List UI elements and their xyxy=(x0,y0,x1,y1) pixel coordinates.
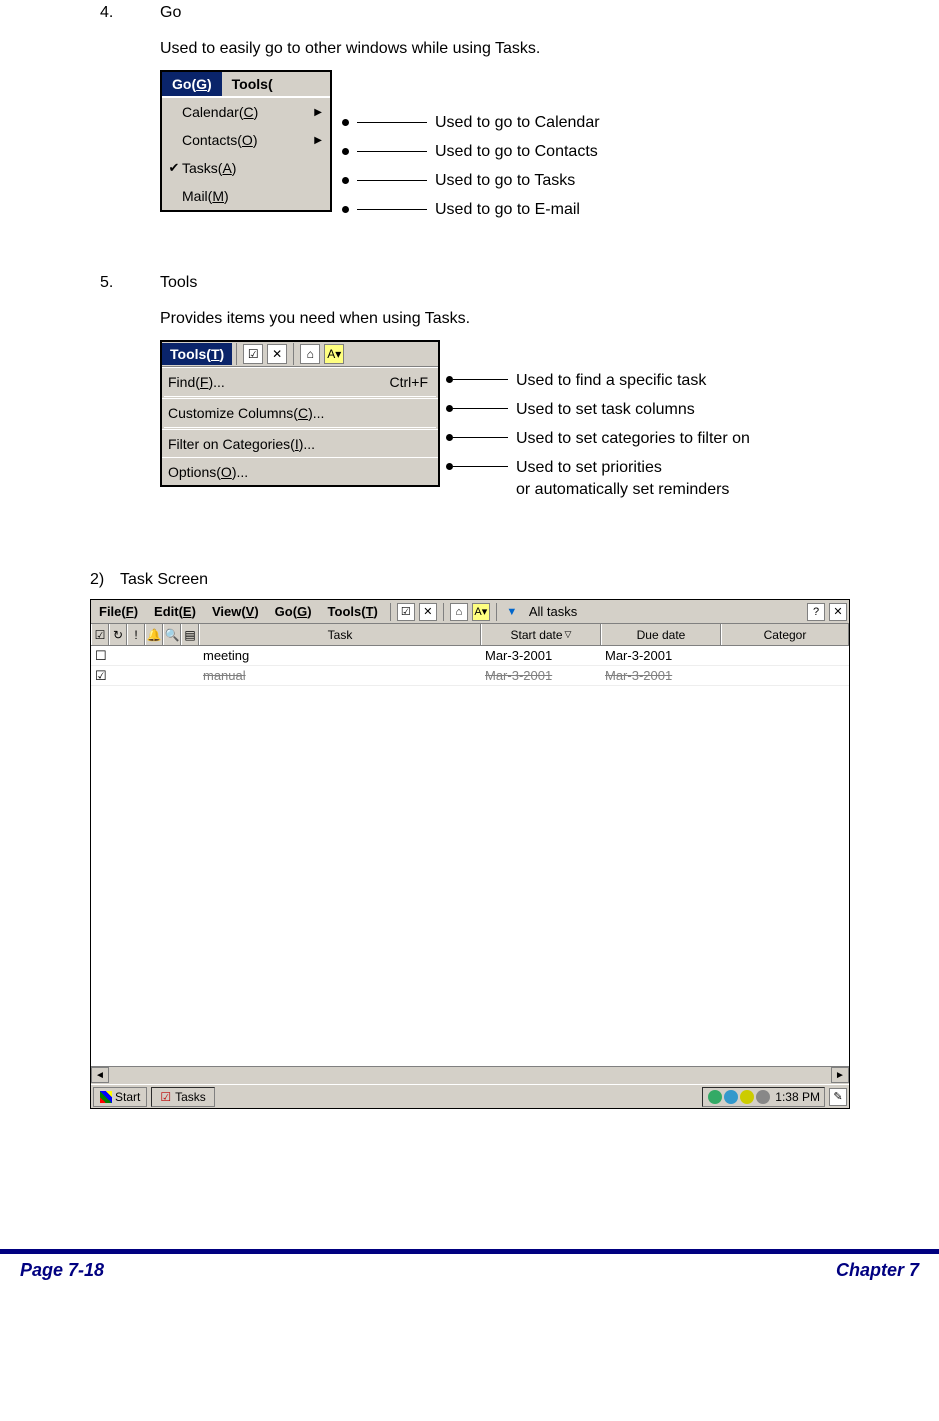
tools-menu-title[interactable]: Tools(T) xyxy=(162,343,232,365)
tools-menu-window: Tools(T) ☑ ✕ ⌂ A▾ Find(F)... Ctrl+F Cust… xyxy=(160,340,440,487)
section-title: Task Screen xyxy=(120,571,208,589)
task-start: Mar-3-2001 xyxy=(481,646,601,665)
menu-item-mail[interactable]: Mail(M) xyxy=(162,182,330,210)
section-4-desc: Used to easily go to other windows while… xyxy=(160,40,899,58)
list-number: 5. xyxy=(100,274,160,292)
menu-item-customize-columns[interactable]: Customize Columns(C)... xyxy=(162,398,438,426)
task-name: manual xyxy=(199,666,481,685)
menu-item-contacts[interactable]: Contacts(O) ▶ xyxy=(162,126,330,154)
callout-options: Used to set priorities or automatically … xyxy=(516,457,729,501)
shortcut-label: Ctrl+F xyxy=(390,374,429,390)
task-name: meeting xyxy=(199,646,481,665)
callout-customize: Used to set task columns xyxy=(516,399,695,421)
close-icon[interactable]: ✕ xyxy=(829,603,847,621)
font-color-icon[interactable]: A▾ xyxy=(472,603,490,621)
windows-taskbar: Start ☑ Tasks 1:38 PM ✎ xyxy=(91,1084,849,1108)
goto-today-icon[interactable]: ⌂ xyxy=(450,603,468,621)
chapter-label: Chapter 7 xyxy=(836,1260,919,1281)
horizontal-scrollbar[interactable]: ◄ ► xyxy=(91,1066,849,1084)
col-priority-icon[interactable]: ! xyxy=(127,624,145,645)
page-footer: Page 7-18 Chapter 7 xyxy=(0,1249,939,1281)
col-attachment-icon[interactable]: 🔍 xyxy=(163,624,181,645)
menu-edit[interactable]: Edit(E) xyxy=(146,604,204,619)
column-headers: ☑ ↻ ! 🔔 🔍 ▤ Task Start date▽ Due date Ca… xyxy=(91,624,849,646)
section-task-screen-heading: 2) Task Screen xyxy=(90,571,899,589)
tray-icon[interactable] xyxy=(756,1090,770,1104)
col-task[interactable]: Task xyxy=(199,624,481,645)
clock: 1:38 PM xyxy=(775,1090,820,1104)
start-button[interactable]: Start xyxy=(93,1087,147,1107)
tools-menu-callouts: Used to find a specific task Used to set… xyxy=(446,370,750,501)
col-due-date[interactable]: Due date xyxy=(601,624,721,645)
row-checkbox[interactable]: ☑ xyxy=(91,666,109,685)
menu-item-options[interactable]: Options(O)... xyxy=(162,457,438,485)
task-start: Mar-3-2001 xyxy=(481,666,601,685)
menu-view[interactable]: View(V) xyxy=(204,604,267,619)
check-icon[interactable]: ☑ xyxy=(243,344,263,364)
menu-item-tasks[interactable]: ✔ Tasks(A) xyxy=(162,154,330,182)
checkmark-icon: ✔ xyxy=(166,160,182,176)
system-tray[interactable]: 1:38 PM xyxy=(702,1087,825,1107)
go-menu-callouts: Used to go to Calendar Used to go to Con… xyxy=(342,108,600,224)
submenu-arrow-icon: ▶ xyxy=(314,107,322,118)
menu-item-filter-categories[interactable]: Filter on Categories(I)... xyxy=(162,429,438,457)
page-number: Page 7-18 xyxy=(20,1260,104,1281)
task-screen-window: File(F) Edit(E) View(V) Go(G) Tools(T) ☑… xyxy=(90,599,850,1109)
menu-go[interactable]: Go(G) xyxy=(267,604,320,619)
table-row[interactable]: ☐ meeting Mar-3-2001 Mar-3-2001 xyxy=(91,646,849,666)
go-menu-title[interactable]: Go(G) xyxy=(162,72,222,96)
row-checkbox[interactable]: ☐ xyxy=(91,646,109,665)
help-icon[interactable]: ? xyxy=(807,603,825,621)
goto-today-icon[interactable]: ⌂ xyxy=(300,344,320,364)
col-category[interactable]: Categor xyxy=(721,624,849,645)
callout-contacts: Used to go to Contacts xyxy=(435,143,598,161)
submenu-arrow-icon: ▶ xyxy=(314,135,322,146)
go-menu-window: Go(G) Tools( Calendar(C) ▶ Contacts(O) ▶… xyxy=(160,70,332,212)
section-title: Tools xyxy=(160,274,197,292)
section-4-heading: 4. Go xyxy=(100,4,899,22)
taskbar-app-tasks[interactable]: ☑ Tasks xyxy=(151,1087,214,1107)
show-desktop-icon[interactable]: ✎ xyxy=(829,1088,847,1106)
filter-icon[interactable]: ▼ xyxy=(503,603,521,621)
callout-tasks: Used to go to Tasks xyxy=(435,172,575,190)
table-row[interactable]: ☑ manual Mar-3-2001 Mar-3-2001 xyxy=(91,666,849,686)
check-icon[interactable]: ☑ xyxy=(397,603,415,621)
callout-calendar: Used to go to Calendar xyxy=(435,114,600,132)
task-due: Mar-3-2001 xyxy=(601,666,721,685)
col-reminder-icon[interactable]: 🔔 xyxy=(145,624,163,645)
list-number: 4. xyxy=(100,4,160,22)
task-menubar: File(F) Edit(E) View(V) Go(G) Tools(T) ☑… xyxy=(91,600,849,624)
delete-icon[interactable]: ✕ xyxy=(419,603,437,621)
section-5-desc: Provides items you need when using Tasks… xyxy=(160,310,899,328)
menu-item-calendar[interactable]: Calendar(C) ▶ xyxy=(162,98,330,126)
col-checkbox-icon[interactable]: ☑ xyxy=(91,624,109,645)
menu-item-find[interactable]: Find(F)... Ctrl+F xyxy=(162,367,438,395)
section-title: Go xyxy=(160,4,181,22)
menu-file[interactable]: File(F) xyxy=(91,604,146,619)
menu-tools[interactable]: Tools(T) xyxy=(320,604,386,619)
scroll-right-icon[interactable]: ► xyxy=(831,1067,849,1083)
section-5-heading: 5. Tools xyxy=(100,274,899,292)
col-recurrence-icon[interactable]: ↻ xyxy=(109,624,127,645)
delete-icon[interactable]: ✕ xyxy=(267,344,287,364)
task-list-body: ☐ meeting Mar-3-2001 Mar-3-2001 ☑ manual… xyxy=(91,646,849,1066)
col-note-icon[interactable]: ▤ xyxy=(181,624,199,645)
tray-icon[interactable] xyxy=(724,1090,738,1104)
tray-icon[interactable] xyxy=(740,1090,754,1104)
filter-dropdown[interactable]: All tasks xyxy=(523,604,583,619)
tools-menu-title-partial: Tools( xyxy=(222,72,283,96)
task-due: Mar-3-2001 xyxy=(601,646,721,665)
sort-desc-icon: ▽ xyxy=(565,629,572,640)
scroll-left-icon[interactable]: ◄ xyxy=(91,1067,109,1083)
callout-filter: Used to set categories to filter on xyxy=(516,428,750,450)
col-start-date[interactable]: Start date▽ xyxy=(481,624,601,645)
font-color-icon[interactable]: A▾ xyxy=(324,344,344,364)
callout-mail: Used to go to E-mail xyxy=(435,201,580,219)
tasks-app-icon: ☑ xyxy=(160,1090,171,1104)
windows-logo-icon xyxy=(100,1091,112,1103)
tray-icon[interactable] xyxy=(708,1090,722,1104)
list-number: 2) xyxy=(90,571,120,589)
callout-find: Used to find a specific task xyxy=(516,370,706,392)
